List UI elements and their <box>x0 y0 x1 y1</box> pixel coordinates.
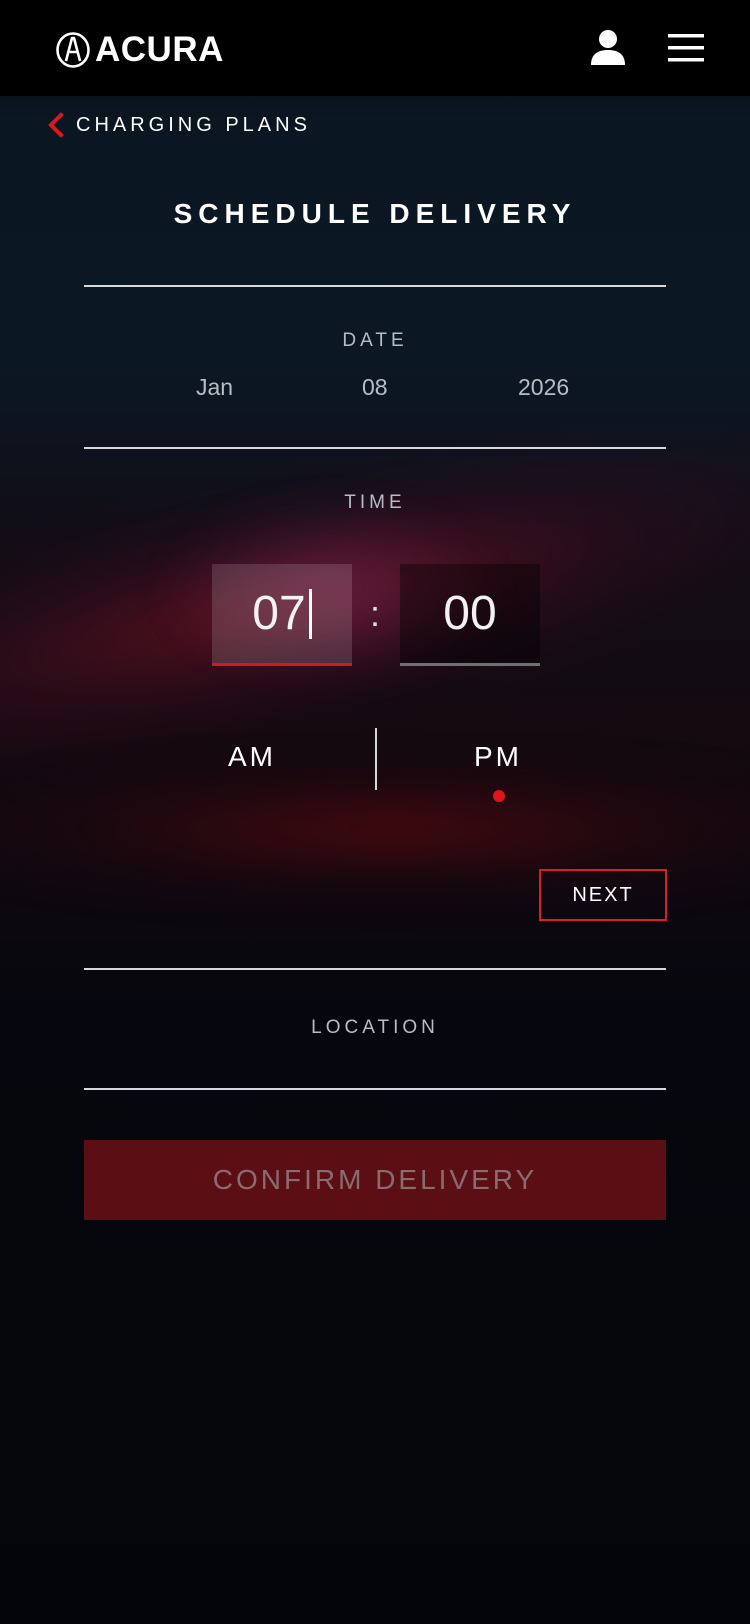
confirm-delivery-button[interactable]: CONFIRM DELIVERY <box>84 1140 666 1220</box>
next-button[interactable]: NEXT <box>539 869 667 921</box>
divider-top <box>84 285 666 287</box>
date-value-row[interactable]: Jan 08 2026 <box>0 372 750 402</box>
hour-input[interactable]: 07 <box>212 564 352 666</box>
time-separator: : <box>369 593 380 634</box>
minute-input[interactable]: 00 <box>400 564 540 666</box>
minute-value: 00 <box>443 586 497 640</box>
location-label[interactable]: LOCATION <box>0 1016 750 1040</box>
page-title: SCHEDULE DELIVERY <box>173 198 577 229</box>
date-day[interactable]: 08 <box>362 372 388 402</box>
selected-period-indicator <box>493 790 505 802</box>
hour-value: 07 <box>252 586 306 640</box>
divider-date <box>84 447 666 449</box>
date-label: DATE <box>342 330 408 351</box>
back-link-charging-plans[interactable]: CHARGING PLANS <box>46 112 311 138</box>
brand-logo[interactable]: ACURA <box>55 30 224 70</box>
content: ACURA CHARGING PLANS SCHEDULE DELIVERY D… <box>0 0 750 1624</box>
divider-location <box>84 1088 666 1090</box>
pm-toggle[interactable]: PM <box>474 740 522 774</box>
acura-logo-icon <box>56 32 90 68</box>
app-root: ACURA CHARGING PLANS SCHEDULE DELIVERY D… <box>0 0 750 1624</box>
top-header: ACURA <box>0 0 750 96</box>
time-label: TIME <box>344 492 406 513</box>
back-link-label: CHARGING PLANS <box>76 114 311 136</box>
date-year[interactable]: 2026 <box>518 372 569 402</box>
chevron-left-icon <box>48 112 64 138</box>
text-caret <box>308 588 312 639</box>
divider-time <box>84 968 666 970</box>
user-icon[interactable] <box>588 28 628 68</box>
hamburger-menu-icon[interactable] <box>666 31 706 65</box>
ampm-divider <box>375 728 377 790</box>
date-month[interactable]: Jan <box>196 372 233 402</box>
brand-wordmark: ACURA <box>95 30 224 69</box>
am-toggle[interactable]: AM <box>228 740 276 774</box>
